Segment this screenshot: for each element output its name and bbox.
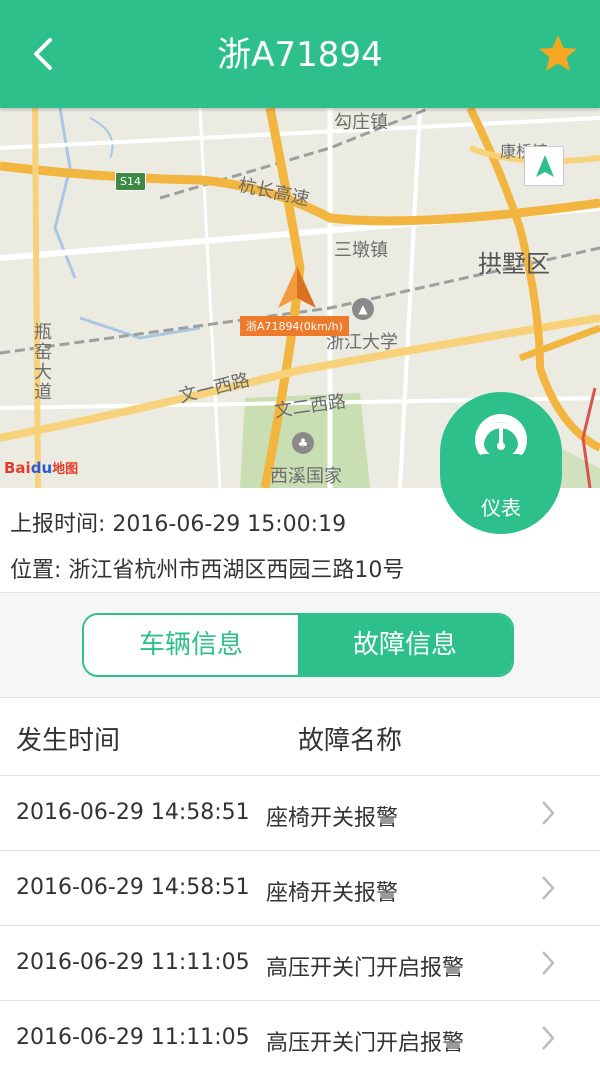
fault-name: 高压开关门开启报警 xyxy=(266,1031,465,1056)
fault-name: 座椅开关报警 xyxy=(266,881,399,906)
fault-list-header: 发生时间 故障名称 xyxy=(0,698,600,776)
navigation-arrow-icon xyxy=(536,155,554,177)
location-value: 浙江省杭州市西湖区西园三路10号 xyxy=(68,558,405,583)
chevron-right-icon xyxy=(542,876,555,900)
fault-row[interactable]: 2016-06-29 14:58:51 座椅开关报警 xyxy=(0,776,600,851)
logo-paw: du xyxy=(30,459,53,477)
star-icon xyxy=(539,35,577,71)
page-title: 浙A71894 xyxy=(217,35,383,75)
back-button[interactable] xyxy=(22,28,70,80)
column-header-name: 故障名称 xyxy=(298,726,403,756)
location-label: 位置: xyxy=(10,558,62,583)
report-time-value: 2016-06-29 15:00:19 xyxy=(112,512,347,537)
chevron-right-icon xyxy=(542,1026,555,1050)
report-time-row: 上报时间: 2016-06-29 15:00:19 xyxy=(10,506,346,538)
gauge-icon xyxy=(471,414,531,470)
vehicle-tag: 浙A71894(0km/h) xyxy=(240,316,349,336)
map-label-gongshu: 拱墅区 xyxy=(478,250,550,278)
fault-time: 2016-06-29 11:11:05 xyxy=(16,950,250,975)
fault-name: 座椅开关报警 xyxy=(266,806,399,831)
fault-row[interactable]: 2016-06-29 14:58:51 座椅开关报警 xyxy=(0,851,600,926)
tab-vehicle-info[interactable]: 车辆信息 xyxy=(84,615,298,675)
logo-ditu: 地图 xyxy=(52,462,79,477)
chevron-left-icon xyxy=(34,38,52,70)
map-label-xixi: 西溪国家 xyxy=(270,466,342,487)
park-poi-icon: ♣ xyxy=(292,432,314,454)
map-label-sandun: 三墩镇 xyxy=(334,240,388,261)
fault-name: 高压开关门开启报警 xyxy=(266,956,465,981)
favorite-button[interactable] xyxy=(536,32,580,76)
locate-button[interactable] xyxy=(524,146,564,186)
fault-time: 2016-06-29 11:11:05 xyxy=(16,1025,250,1050)
fault-row[interactable]: 2016-06-29 11:11:05 高压开关门开启报警 xyxy=(0,926,600,1001)
fault-time: 2016-06-29 14:58:51 xyxy=(16,800,250,825)
report-time-label: 上报时间: xyxy=(10,512,106,537)
logo-text: Bai xyxy=(4,459,31,477)
map-label-pingyao: 瓶窑大道 xyxy=(31,322,52,402)
tab-fault-info[interactable]: 故障信息 xyxy=(298,615,512,675)
column-header-time: 发生时间 xyxy=(16,726,121,756)
segmented-control: 车辆信息 故障信息 xyxy=(82,613,514,677)
tab-bar: 车辆信息 故障信息 xyxy=(0,592,600,698)
chevron-right-icon xyxy=(542,801,555,825)
fault-row[interactable]: 2016-06-29 11:11:05 高压开关门开启报警 xyxy=(0,1001,600,1067)
app-header: 浙A71894 xyxy=(0,0,600,108)
map-label-goutu: 勾庄镇 xyxy=(334,112,388,133)
vehicle-marker-icon[interactable] xyxy=(276,264,318,310)
chevron-right-icon xyxy=(542,951,555,975)
baidu-map-logo: Baidu地图 xyxy=(4,458,78,477)
dashboard-label: 仪表 xyxy=(481,496,521,520)
highway-shield: S14 xyxy=(115,172,146,191)
school-poi-icon: ▲ xyxy=(352,298,374,320)
dashboard-button[interactable]: 仪表 xyxy=(440,392,562,534)
location-row: 位置: 浙江省杭州市西湖区西园三路10号 xyxy=(10,552,404,584)
fault-time: 2016-06-29 14:58:51 xyxy=(16,875,250,900)
